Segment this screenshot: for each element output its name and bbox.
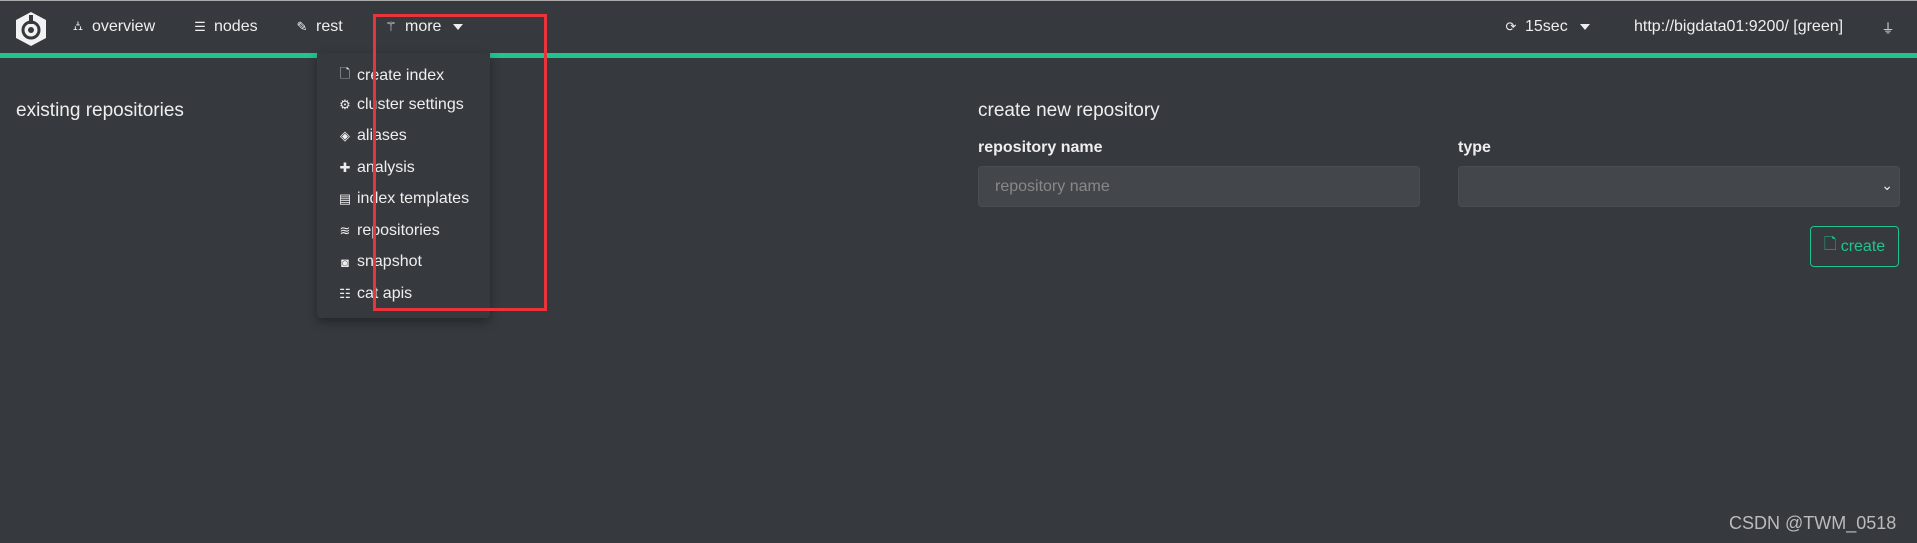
menu-label: cat apis — [357, 285, 413, 302]
tags-icon: ◈ — [340, 128, 350, 143]
menu-label: repositories — [357, 222, 440, 239]
puzzle-icon: ✚ — [339, 160, 351, 175]
file-icon: 🗋 — [339, 66, 351, 81]
create-repository-title: create new repository — [978, 100, 1160, 121]
create-button[interactable]: 🗋 create — [1810, 226, 1899, 267]
logo-icon[interactable] — [15, 11, 47, 47]
connect-button[interactable]: ⏚ — [1880, 18, 1896, 37]
menu-label: create index — [357, 67, 445, 84]
menu-item-repositories[interactable]: ≋ repositories — [337, 222, 440, 240]
create-label: create — [1840, 237, 1886, 255]
sitemap-icon: ⛼ — [72, 18, 84, 33]
type-select[interactable]: ⌄ — [1458, 166, 1900, 207]
placeholder: repository name — [995, 177, 1110, 195]
magic-icon: ⚚ — [385, 19, 397, 34]
accent-bar — [0, 53, 1917, 58]
menu-label: cluster settings — [357, 96, 464, 113]
plug-icon: ⏚ — [1881, 21, 1895, 36]
repository-name-input[interactable]: repository name — [978, 166, 1420, 207]
menu-item-cluster-settings[interactable]: ⚙ cluster settings — [337, 96, 464, 114]
nav-label: rest — [316, 18, 343, 35]
menu-label: index templates — [357, 190, 470, 207]
file-icon: 🗋 — [1823, 236, 1837, 253]
list-icon: ☷ — [339, 286, 351, 301]
nav-more[interactable]: ⚚ more — [383, 18, 464, 36]
menu-item-create-index[interactable]: 🗋 create index — [337, 65, 444, 87]
menu-item-aliases[interactable]: ◈ aliases — [337, 127, 407, 145]
menu-label: snapshot — [357, 253, 422, 270]
book-icon: ▤ — [338, 191, 352, 206]
existing-repositories-title: existing repositories — [16, 100, 184, 121]
nav-overview[interactable]: ⛼ overview — [70, 18, 155, 36]
menu-label: aliases — [357, 127, 407, 144]
camera-icon: ◙ — [341, 254, 349, 270]
menu-item-snapshot[interactable]: ◙ snapshot — [337, 253, 422, 271]
cogs-icon: ⚙ — [339, 97, 351, 112]
refresh-label: 15sec — [1525, 18, 1568, 35]
refresh-icon: ⟳ — [1505, 19, 1517, 34]
server-icon: ☰ — [194, 19, 206, 34]
menu-label: analysis — [357, 159, 415, 176]
cluster-url[interactable]: http://bigdata01:9200/ [green] — [1634, 18, 1843, 36]
chevron-down-icon: ⌄ — [1881, 177, 1893, 193]
nav-label: overview — [92, 18, 156, 35]
menu-item-analysis[interactable]: ✚ analysis — [337, 159, 415, 177]
nav-label: more — [405, 18, 442, 35]
caret-down-icon — [453, 24, 464, 30]
more-dropdown-menu: 🗋 create index ⚙ cluster settings ◈ aliases… — [317, 53, 490, 318]
menu-item-index-templates[interactable]: ▤ index templates — [337, 190, 469, 208]
edit-icon: ✎ — [296, 19, 308, 34]
menu-item-cat-apis[interactable]: ☷ cat apis — [337, 285, 412, 303]
navbar: ⛼ overview ☰ nodes ✎ rest ⚚ more ⟳ 15sec http… — [0, 1, 1917, 53]
repository-name-label: repository name — [978, 139, 1103, 156]
database-icon: ≋ — [339, 223, 351, 238]
caret-down-icon — [1579, 24, 1590, 30]
nav-label: nodes — [214, 18, 258, 35]
nav-nodes[interactable]: ☰ nodes — [192, 18, 258, 36]
type-label: type — [1458, 139, 1491, 156]
cluster-label: http://bigdata01:9200/ [green] — [1634, 18, 1844, 35]
refresh-interval-dropdown[interactable]: ⟳ 15sec — [1503, 18, 1590, 36]
nav-rest[interactable]: ✎ rest — [294, 18, 343, 36]
watermark: CSDN @TWM_0518 — [1729, 513, 1897, 533]
